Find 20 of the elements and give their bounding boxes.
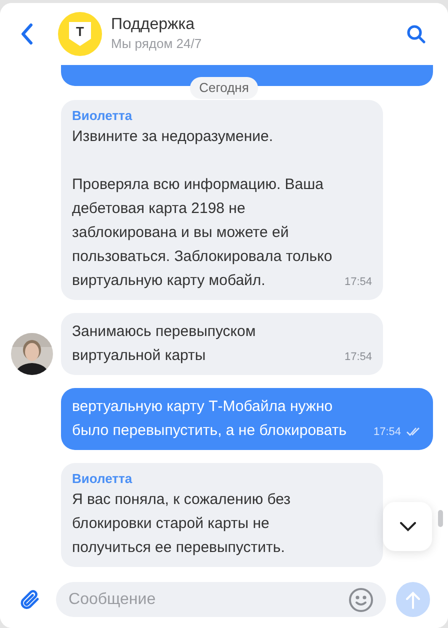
- scroll-down-button[interactable]: [383, 502, 432, 551]
- search-icon[interactable]: [406, 24, 426, 44]
- chat-subtitle: Мы рядом 24/7: [111, 35, 202, 53]
- message-field[interactable]: Сообщение: [56, 582, 386, 617]
- chevron-down-icon: [400, 522, 416, 532]
- sender-name: Виолетта: [72, 470, 134, 488]
- message-time: 17:54: [373, 424, 401, 440]
- scrollbar[interactable]: [438, 510, 443, 527]
- sender-name: Виолетта: [72, 107, 134, 125]
- smiley-icon[interactable]: [348, 587, 374, 613]
- message-text: Я вас поняла, к сожалению без блокировки старой карты не получиться ее перевыпустить.: [72, 490, 292, 558]
- message-time: 17:54: [344, 274, 372, 290]
- message-text: вертуальную карту Т-Мобайла нужно было перевыпустить, а не блокировать: [72, 397, 348, 441]
- logo-letter: Т: [76, 25, 84, 39]
- message-text: Извините за недоразумение. Проверяла всю информацию. Ваша дебетовая карта 2198 не заблокирована и вы можете ей пользоваться. Заблокировала только виртуальную карту мобайл.: [72, 127, 334, 291]
- arrow-up-icon: [406, 590, 420, 608]
- message-text: Занимаюсь перевыпуском виртуальной карты: [72, 322, 257, 366]
- message-time: 17:54: [344, 350, 372, 364]
- back-icon[interactable]: [20, 23, 34, 45]
- chat-title: Поддержка: [111, 15, 196, 35]
